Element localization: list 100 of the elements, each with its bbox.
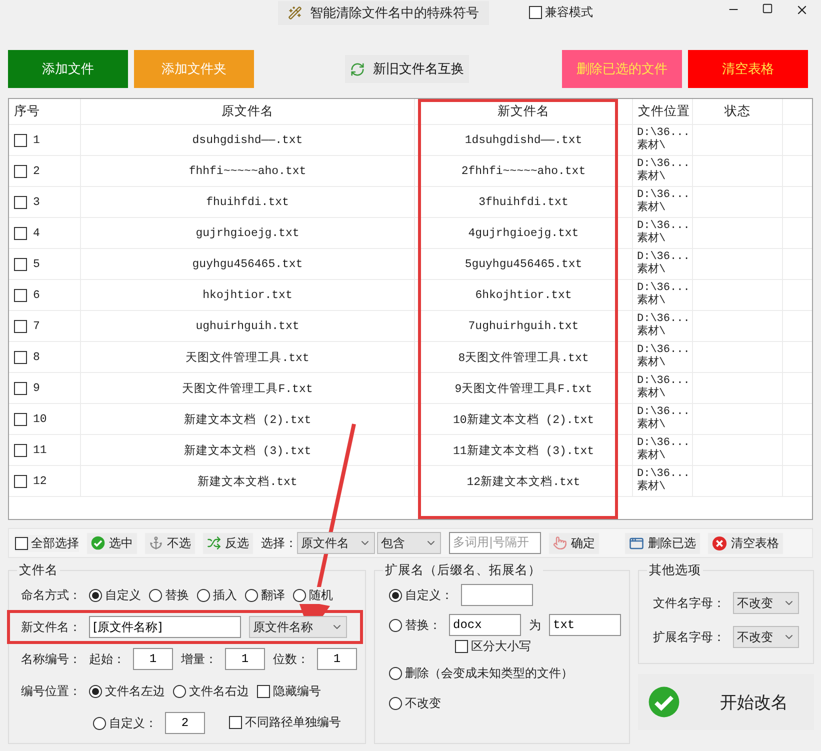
replace-to-field[interactable]: txt xyxy=(549,614,621,636)
confirm-button[interactable]: 确定 xyxy=(549,532,599,554)
replace-from-field[interactable]: docx xyxy=(449,614,521,636)
number-position-radio[interactable]: 文件名右边 xyxy=(173,682,249,700)
extension-mode-radio[interactable]: 不改变 xyxy=(389,694,441,712)
file-location: D:\36... 素材\ xyxy=(637,127,690,153)
table-row[interactable]: 1 dsuhgdishd——.txt 1dsuhgdishd——.txt D:\36... 素材\ xyxy=(9,125,812,156)
table-row[interactable]: 9 天图文件管理工具F.txt 9天图文件管理工具F.txt D:\36... 素材\ xyxy=(9,373,812,404)
table-row[interactable]: 3 fhuihfdi.txt 3fhuihfdi.txt D:\36... 素材\ xyxy=(9,187,812,218)
row-checkbox[interactable] xyxy=(14,444,27,456)
field-label: 为 xyxy=(529,616,541,634)
table-row[interactable]: 12 新建文本文档.txt 12新建文本文档.txt D:\36... 素材\ xyxy=(9,466,812,497)
row-checkbox[interactable] xyxy=(14,288,27,302)
column-header[interactable]: 状态 xyxy=(724,103,750,120)
row-checkbox[interactable] xyxy=(14,350,27,364)
new-file-name: 9天图文件管理工具F.txt xyxy=(454,382,592,396)
new-file-name: 3fhuihfdi.txt xyxy=(478,196,568,208)
maximize-icon[interactable] xyxy=(762,3,773,14)
naming-mode-radio[interactable]: 随机 xyxy=(293,586,333,604)
original-file-name: 新建文本文档 (3).txt xyxy=(184,443,312,458)
toolbar-button[interactable]: 新旧文件名互换 xyxy=(345,55,469,83)
row-checkbox[interactable] xyxy=(14,258,27,270)
selection-button[interactable]: 选中 xyxy=(87,532,137,554)
row-checkbox[interactable] xyxy=(14,164,27,178)
select-label: 选择： xyxy=(261,534,297,552)
field-dropdown[interactable]: 原文件名 xyxy=(297,532,375,554)
new-file-name: 1dsuhgdishd——.txt xyxy=(464,134,582,146)
file-location: D:\36... 素材\ xyxy=(637,406,690,432)
naming-mode-radio[interactable]: 自定义 xyxy=(89,586,141,604)
field-label: 编号位置： xyxy=(21,682,81,700)
number-position-radio[interactable]: 文件名左边 xyxy=(89,682,165,700)
file-location: D:\36... 素材\ xyxy=(637,313,690,339)
table-row[interactable]: 5 guyhgu456465.txt 5guyhgu456465.txt D:\36... 素材\ xyxy=(9,249,812,280)
original-file-name: 天图文件管理工具F.txt xyxy=(182,382,313,396)
row-number: 3 xyxy=(33,196,40,208)
letter-case-dropdown[interactable]: 不改变 xyxy=(733,592,799,614)
match-dropdown[interactable]: 包含 xyxy=(377,532,441,554)
column-header[interactable]: 原文件名 xyxy=(222,103,274,120)
number-field[interactable]: 1 xyxy=(317,648,357,670)
table-row[interactable]: 11 新建文本文档 (3).txt 11新建文本文档 (3).txt D:\36... 素材\ xyxy=(9,435,812,466)
row-checkbox[interactable] xyxy=(14,382,27,394)
column-header[interactable]: 文件位置 xyxy=(638,103,690,120)
row-checkbox[interactable] xyxy=(14,134,27,146)
toolbar-button[interactable]: 添加文件 xyxy=(8,50,128,88)
letter-case-dropdown[interactable]: 不改变 xyxy=(733,626,799,648)
new-name-field[interactable]: [原文件名称] xyxy=(89,616,241,638)
selection-button[interactable]: 不选 xyxy=(145,532,195,554)
column-header[interactable]: 新文件名 xyxy=(498,103,550,120)
field-label: 命名方式： xyxy=(21,586,81,604)
column-header[interactable]: 序号 xyxy=(14,103,40,120)
field-label: 文件名字母： xyxy=(653,594,725,612)
number-field[interactable]: 1 xyxy=(133,648,173,670)
row-number: 4 xyxy=(33,226,40,240)
table-row[interactable]: 7 ughuirhguih.txt 7ughuirhguih.txt D:\36... 素材\ xyxy=(9,311,812,342)
close-icon[interactable] xyxy=(795,3,809,17)
anchor-icon xyxy=(149,536,163,550)
table-row[interactable]: 8 天图文件管理工具.txt 8天图文件管理工具.txt D:\36... 素材\ xyxy=(9,342,812,373)
field-label: 起始： xyxy=(89,650,125,668)
naming-mode-radio[interactable]: 插入 xyxy=(197,586,237,604)
keyword-field[interactable]: 多词用|号隔开 xyxy=(449,532,541,554)
hide-number-checkbox[interactable]: 隐藏编号 xyxy=(257,682,321,700)
compat-mode-checkbox[interactable]: 兼容模式 xyxy=(529,4,593,21)
original-file-name: 新建文本文档 (2).txt xyxy=(184,412,312,426)
original-file-name: 新建文本文档.txt xyxy=(198,474,298,488)
panel-title: 其他选项 xyxy=(648,562,702,579)
new-file-name: 11新建文本文档 (3).txt xyxy=(452,443,594,458)
custom-extension-field[interactable] xyxy=(461,584,533,606)
naming-mode-radio[interactable]: 替换 xyxy=(149,586,189,604)
row-number: 5 xyxy=(33,258,40,270)
panel-title: 扩展名（后缀名、拓展名） xyxy=(384,562,542,579)
file-location: D:\36... 素材\ xyxy=(637,189,690,215)
file-location: D:\36... 素材\ xyxy=(637,158,690,184)
naming-mode-radio[interactable]: 翻译 xyxy=(245,586,285,604)
new-file-name: 7ughuirhguih.txt xyxy=(468,320,579,332)
row-checkbox[interactable] xyxy=(14,226,27,240)
row-checkbox[interactable] xyxy=(14,474,27,488)
selection-button[interactable]: 反选 xyxy=(203,532,253,554)
check-circle-icon xyxy=(91,536,105,550)
row-checkbox[interactable] xyxy=(14,412,27,426)
row-number: 1 xyxy=(33,134,40,146)
custom-position-field[interactable]: 2 xyxy=(165,712,205,734)
row-number: 8 xyxy=(33,350,40,364)
select-all-checkbox[interactable]: 全部选择 xyxy=(15,534,79,552)
field-label: 位数： xyxy=(273,650,309,668)
row-checkbox[interactable] xyxy=(14,196,27,208)
row-number: 12 xyxy=(33,474,47,488)
table-row[interactable]: 2 fhhfi~~~~~aho.txt 2fhhfi~~~~~aho.txt D:\36... 素材\ xyxy=(9,156,812,187)
clean-special-characters-button[interactable]: 智能清除文件名中的特殊符号 xyxy=(278,1,489,25)
row-checkbox[interactable] xyxy=(14,320,27,332)
table-row[interactable]: 10 新建文本文档 (2).txt 10新建文本文档 (2).txt D:\36... 素材\ xyxy=(9,404,812,435)
number-field[interactable]: 1 xyxy=(225,648,265,670)
name-source-dropdown[interactable]: 原文件名称 xyxy=(249,616,347,638)
case-sensitive-checkbox[interactable]: 区分大小写 xyxy=(455,638,531,654)
clear-table-button[interactable]: 清空表格 xyxy=(708,532,783,554)
original-file-name: fhhfi~~~~~aho.txt xyxy=(188,164,306,178)
delete-selected-button[interactable]: 删除已选 xyxy=(625,532,700,554)
separate-numbering-checkbox[interactable]: 不同路径单独编号 xyxy=(229,714,341,731)
table-row[interactable]: 4 gujrhgioejg.txt 4gujrhgioejg.txt D:\36... 素材\ xyxy=(9,218,812,249)
start-rename-button[interactable]: 开始改名 xyxy=(638,674,814,730)
table-row[interactable]: 6 hkojhtior.txt 6hkojhtior.txt D:\36... 素材\ xyxy=(9,280,812,311)
